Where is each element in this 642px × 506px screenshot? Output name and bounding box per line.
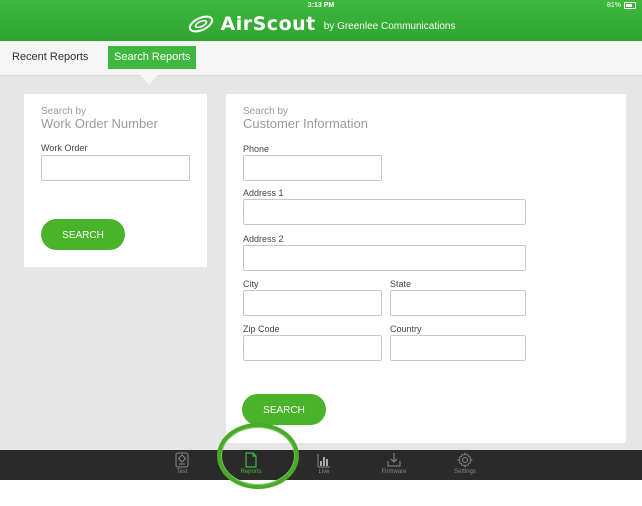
firmware-download-icon xyxy=(387,453,401,467)
work-order-label: Work Order xyxy=(41,143,88,153)
nav-label: Reports xyxy=(240,469,262,475)
address1-label: Address 1 xyxy=(243,188,284,198)
brand: AirScout by Greenlee Communications xyxy=(0,13,642,35)
nav-item-live[interactable]: Live xyxy=(299,452,349,475)
phone-input[interactable] xyxy=(243,155,382,181)
work-order-panel: Search by Work Order Number Work Order S… xyxy=(24,94,207,267)
city-label: City xyxy=(243,279,259,289)
status-time: 3:13 PM xyxy=(307,2,335,9)
active-tab-pointer xyxy=(140,75,158,85)
tab-search-reports[interactable]: Search Reports xyxy=(108,46,197,69)
work-order-search-button[interactable]: SEARCH xyxy=(41,219,125,250)
nav-item-settings[interactable]: Settings xyxy=(440,452,490,475)
test-icon xyxy=(175,452,189,468)
battery-status: 81% xyxy=(607,2,636,9)
brand-subtitle: by Greenlee Communications xyxy=(323,20,456,32)
zip-code-label: Zip Code xyxy=(243,324,280,334)
settings-gear-icon xyxy=(457,452,473,468)
customer-info-panel: Search by Customer Information Phone Add… xyxy=(226,94,626,443)
customer-search-button[interactable]: SEARCH xyxy=(242,394,326,425)
state-input[interactable] xyxy=(390,290,526,316)
address2-input[interactable] xyxy=(243,245,526,271)
nav-label: Test xyxy=(176,469,188,475)
city-input[interactable] xyxy=(243,290,382,316)
nav-item-firmware[interactable]: Firmware xyxy=(369,452,419,475)
tab-recent-reports[interactable]: Recent Reports xyxy=(6,46,94,69)
work-order-input[interactable] xyxy=(41,155,190,181)
state-label: State xyxy=(390,279,412,289)
nav-item-reports[interactable]: Reports xyxy=(226,452,276,475)
battery-percent: 81% xyxy=(606,2,621,9)
nav-label: Firmware xyxy=(381,469,407,475)
address2-label: Address 2 xyxy=(243,234,284,244)
phone-label: Phone xyxy=(243,144,270,154)
address1-input[interactable] xyxy=(243,199,526,225)
zip-code-input[interactable] xyxy=(243,335,382,361)
nav-label: Live xyxy=(318,469,330,475)
heading-title: Work Order Number xyxy=(41,116,158,131)
app-header: 3:13 PM 81% AirScout by Greenlee Communi… xyxy=(0,0,642,41)
work-order-heading: Search by Work Order Number xyxy=(41,106,158,131)
report-tabs: Recent Reports Search Reports xyxy=(0,41,642,76)
bottom-navigation: Test Reports Live Firmware Settings xyxy=(0,450,642,480)
brand-name: AirScout xyxy=(220,13,316,35)
battery-icon xyxy=(624,2,636,9)
airscout-swirl-logo-icon xyxy=(188,15,213,33)
customer-info-heading: Search by Customer Information xyxy=(243,106,368,131)
live-bars-icon xyxy=(317,454,330,468)
reports-document-icon xyxy=(245,452,257,468)
country-input[interactable] xyxy=(390,335,526,361)
heading-title: Customer Information xyxy=(243,116,368,131)
nav-item-test[interactable]: Test xyxy=(157,452,207,475)
country-label: Country xyxy=(390,324,422,334)
nav-label: Settings xyxy=(454,469,476,475)
app-screen: 3:13 PM 81% AirScout by Greenlee Communi… xyxy=(0,0,642,480)
